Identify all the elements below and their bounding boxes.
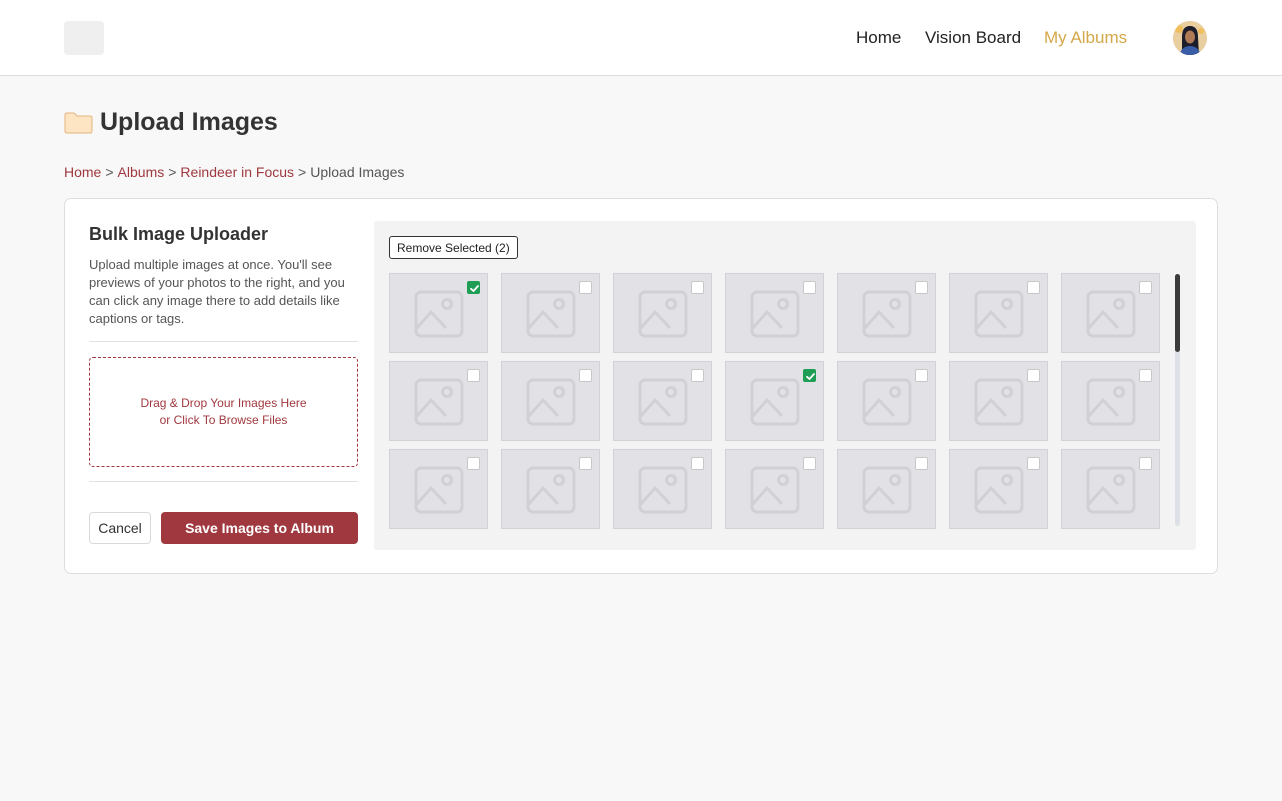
- breadcrumb-separator: >: [168, 164, 177, 180]
- select-checkbox[interactable]: [579, 457, 592, 470]
- image-placeholder-icon: [638, 378, 688, 426]
- select-checkbox[interactable]: [1027, 457, 1040, 470]
- select-checkbox[interactable]: [691, 457, 704, 470]
- select-checkbox[interactable]: [691, 281, 704, 294]
- breadcrumb-separator: >: [298, 164, 307, 180]
- breadcrumb-current: Upload Images: [310, 164, 405, 180]
- select-checkbox[interactable]: [1139, 281, 1152, 294]
- image-placeholder-icon: [526, 290, 576, 338]
- scrollbar-thumb[interactable]: [1175, 274, 1180, 352]
- image-thumbnail[interactable]: [613, 449, 712, 529]
- image-placeholder-icon: [526, 378, 576, 426]
- image-thumbnail[interactable]: [501, 273, 600, 353]
- image-placeholder-icon: [638, 466, 688, 514]
- image-placeholder-icon: [414, 378, 464, 426]
- image-thumbnail[interactable]: [725, 273, 824, 353]
- breadcrumb-album[interactable]: Reindeer in Focus: [180, 164, 294, 180]
- image-thumbnail[interactable]: [949, 449, 1048, 529]
- image-placeholder-icon: [750, 466, 800, 514]
- select-checkbox[interactable]: [915, 457, 928, 470]
- image-thumbnail[interactable]: [501, 449, 600, 529]
- image-thumbnail[interactable]: [613, 273, 712, 353]
- select-checkbox[interactable]: [803, 457, 816, 470]
- image-placeholder-icon: [526, 466, 576, 514]
- select-checkbox[interactable]: [579, 369, 592, 382]
- image-thumbnail[interactable]: [389, 273, 488, 353]
- select-checkbox[interactable]: [691, 369, 704, 382]
- uploader-heading: Bulk Image Uploader: [89, 224, 269, 244]
- save-images-button[interactable]: Save Images to Album: [161, 512, 358, 544]
- logo[interactable]: [64, 21, 104, 55]
- breadcrumb-albums[interactable]: Albums: [118, 164, 165, 180]
- user-avatar[interactable]: [1173, 21, 1207, 55]
- image-thumbnail[interactable]: [837, 273, 936, 353]
- uploader-card: Bulk Image Uploader Upload multiple imag…: [64, 198, 1218, 574]
- image-preview-gallery: Remove Selected (2): [374, 221, 1196, 550]
- select-checkbox[interactable]: [467, 457, 480, 470]
- select-checkbox[interactable]: [915, 369, 928, 382]
- select-checkbox[interactable]: [803, 281, 816, 294]
- breadcrumb-separator: >: [105, 164, 114, 180]
- select-checkbox[interactable]: [803, 369, 816, 382]
- image-placeholder-icon: [974, 290, 1024, 338]
- select-checkbox[interactable]: [1139, 369, 1152, 382]
- select-checkbox[interactable]: [1027, 281, 1040, 294]
- breadcrumb-home[interactable]: Home: [64, 164, 101, 180]
- divider: [89, 481, 358, 482]
- image-thumbnail[interactable]: [949, 273, 1048, 353]
- image-thumbnail[interactable]: [837, 361, 936, 441]
- image-placeholder-icon: [638, 290, 688, 338]
- top-nav-bar: Home Vision Board My Albums: [0, 0, 1282, 76]
- select-checkbox[interactable]: [1139, 457, 1152, 470]
- nav-my-albums[interactable]: My Albums: [1044, 28, 1127, 48]
- dropzone-browse-text: or Click To Browse Files: [159, 413, 288, 427]
- image-placeholder-icon: [414, 290, 464, 338]
- image-thumbnail[interactable]: [501, 361, 600, 441]
- image-thumbnail[interactable]: [389, 449, 488, 529]
- image-thumbnail[interactable]: [1061, 273, 1160, 353]
- dropzone[interactable]: Drag & Drop Your Images Here or Click To…: [89, 357, 358, 467]
- image-thumbnail[interactable]: [725, 449, 824, 529]
- image-placeholder-icon: [862, 378, 912, 426]
- uploader-description: Upload multiple images at once. You'll s…: [89, 257, 345, 326]
- image-placeholder-icon: [1086, 466, 1136, 514]
- image-placeholder-icon: [862, 290, 912, 338]
- remove-selected-button[interactable]: Remove Selected (2): [389, 236, 518, 259]
- image-thumbnail[interactable]: [1061, 361, 1160, 441]
- check-icon: [806, 373, 815, 380]
- breadcrumb: Home > Albums > Reindeer in Focus > Upload Ima…: [64, 164, 404, 180]
- image-thumbnail[interactable]: [949, 361, 1048, 441]
- select-checkbox[interactable]: [467, 281, 480, 294]
- folder-icon: [64, 112, 93, 134]
- image-placeholder-icon: [750, 378, 800, 426]
- image-placeholder-icon: [1086, 290, 1136, 338]
- image-placeholder-icon: [974, 466, 1024, 514]
- image-placeholder-icon: [414, 466, 464, 514]
- select-checkbox[interactable]: [915, 281, 928, 294]
- cancel-button[interactable]: Cancel: [89, 512, 151, 544]
- image-placeholder-icon: [862, 466, 912, 514]
- select-checkbox[interactable]: [579, 281, 592, 294]
- image-placeholder-icon: [1086, 378, 1136, 426]
- image-thumbnail[interactable]: [1061, 449, 1160, 529]
- nav-vision-board[interactable]: Vision Board: [925, 28, 1021, 48]
- image-placeholder-icon: [974, 378, 1024, 426]
- nav-home[interactable]: Home: [856, 28, 901, 48]
- select-checkbox[interactable]: [1027, 369, 1040, 382]
- image-thumbnail[interactable]: [613, 361, 712, 441]
- dropzone-text: Drag & Drop Your Images Here: [140, 396, 307, 410]
- image-thumbnail[interactable]: [389, 361, 488, 441]
- check-icon: [470, 285, 479, 292]
- divider: [89, 341, 358, 342]
- page-title: Upload Images: [100, 108, 278, 136]
- image-placeholder-icon: [750, 290, 800, 338]
- select-checkbox[interactable]: [467, 369, 480, 382]
- image-thumbnail[interactable]: [837, 449, 936, 529]
- image-thumbnail[interactable]: [725, 361, 824, 441]
